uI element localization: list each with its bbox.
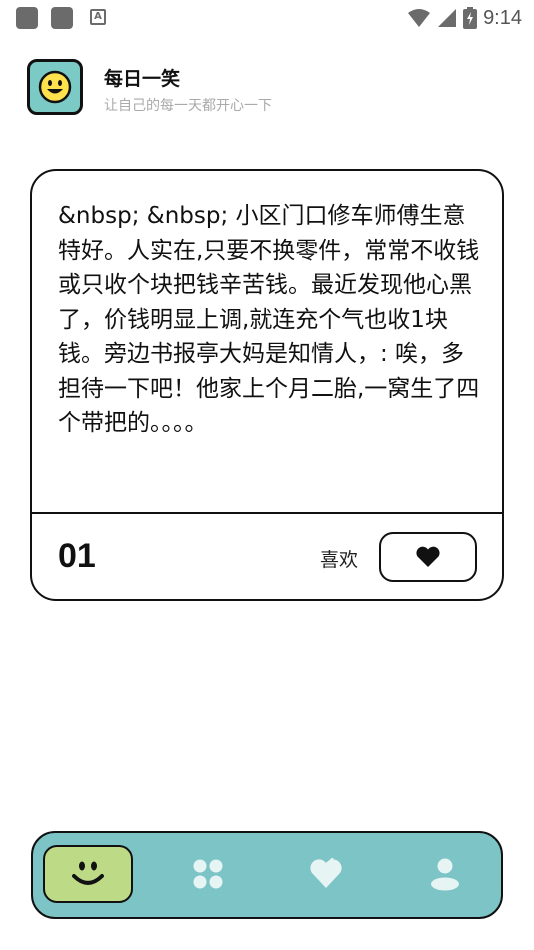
smiley-icon	[72, 861, 104, 885]
joke-number: 01	[58, 537, 96, 575]
like-label: 喜欢	[320, 549, 359, 571]
app-title: 每日一笑	[104, 68, 181, 90]
accessibility-a-icon: A	[90, 9, 106, 25]
nav-categories[interactable]	[163, 845, 253, 903]
heart-icon	[416, 546, 440, 567]
cellular-signal-icon	[438, 9, 457, 27]
app-header: 每日一笑 让自己的每一天都开心一下	[27, 59, 507, 119]
nav-favorites[interactable]	[281, 845, 371, 903]
app-notification-icon	[16, 7, 38, 29]
heart-icon	[310, 858, 342, 888]
wifi-icon	[408, 9, 431, 27]
battery-charging-icon	[463, 7, 478, 29]
grid-icon	[193, 859, 223, 889]
user-icon	[431, 858, 459, 891]
bottom-nav	[31, 831, 503, 919]
card-divider	[32, 512, 502, 514]
joke-card: &nbsp; &nbsp; 小区门口修车师傅生意特好。人实在,只要不换零件，常常…	[30, 169, 504, 601]
app-subtitle: 让自己的每一天都开心一下	[104, 98, 272, 114]
joke-text: &nbsp; &nbsp; 小区门口修车师傅生意特好。人实在,只要不换零件，常常…	[58, 203, 480, 436]
status-bar: A 9:14	[0, 0, 534, 36]
smiley-face-icon	[27, 59, 83, 115]
status-time: 9:14	[483, 6, 522, 29]
nav-home[interactable]	[43, 845, 133, 903]
app-notification-icon	[51, 7, 73, 29]
like-button[interactable]	[379, 532, 477, 582]
nav-profile[interactable]	[400, 845, 490, 903]
